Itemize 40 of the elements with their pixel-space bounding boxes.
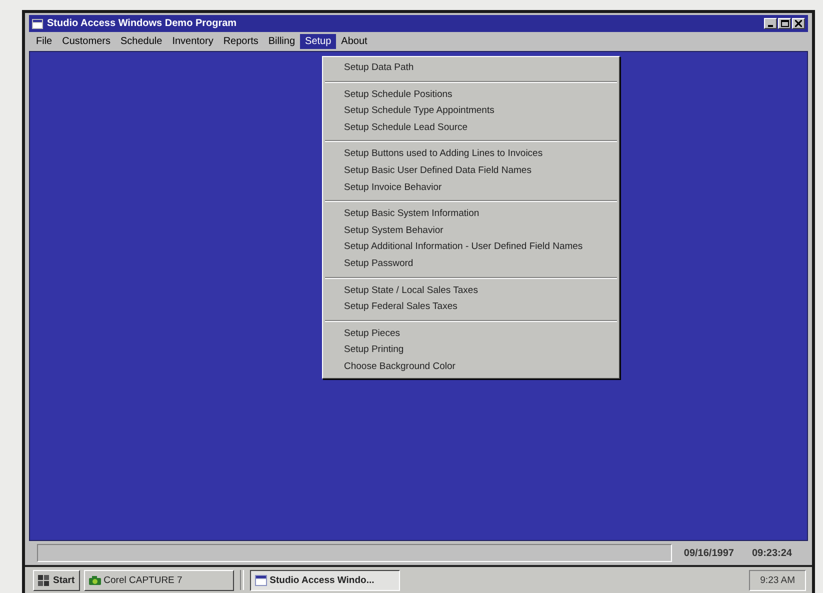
menu-option[interactable]: Setup Additional Information - User Defined Field Names — [323, 239, 619, 256]
window-title: Studio Access Windows Demo Program — [47, 18, 238, 29]
menu-item[interactable]: Customers — [57, 34, 116, 49]
menu-option[interactable]: Setup Buttons used to Adding Lines to Invoices — [323, 146, 619, 163]
menu-option[interactable]: Setup Schedule Type Appointments — [323, 103, 619, 120]
menu-item[interactable]: Schedule — [115, 34, 168, 49]
taskbar-clock: 9:23 AM — [749, 570, 806, 590]
menu-option[interactable]: Setup Data Path — [323, 60, 619, 77]
menu-option[interactable]: Setup Federal Sales Taxes — [323, 299, 619, 316]
menu-option[interactable]: Setup State / Local Sales Taxes — [323, 282, 619, 300]
menu-option[interactable]: Setup Printing — [323, 342, 619, 359]
status-time: 09:23:24 — [750, 548, 793, 558]
menu-option[interactable]: Setup System Behavior — [323, 222, 619, 240]
menu-option[interactable]: Setup Password — [323, 256, 619, 273]
taskbar-button[interactable]: Corel CAPTURE 7 — [84, 570, 234, 590]
status-date: 09/16/1997 — [682, 548, 735, 558]
close-button[interactable] — [792, 18, 805, 29]
start-button[interactable]: Start — [33, 570, 80, 590]
close-icon — [795, 20, 802, 27]
menu-option[interactable]: Setup Pieces — [323, 326, 619, 342]
menu-item[interactable]: Reports — [218, 34, 264, 49]
minimize-button[interactable] — [764, 18, 777, 29]
menu-option[interactable]: Setup Basic User Defined Data Field Names — [323, 162, 619, 180]
app-icon — [254, 574, 267, 586]
menu-item[interactable]: Inventory — [167, 34, 218, 49]
menu-item[interactable]: File — [31, 34, 58, 49]
app-icon — [32, 18, 43, 28]
menu-item[interactable]: Setup — [300, 34, 336, 49]
menu-option[interactable]: Choose Background Color — [323, 358, 619, 376]
windows-flag-icon — [38, 574, 50, 586]
menu-option[interactable]: Setup Schedule Lead Source — [323, 120, 619, 136]
menu-option[interactable]: Setup Schedule Positions — [323, 86, 619, 104]
camera-icon — [88, 574, 101, 586]
taskbar-button[interactable]: Studio Access Windo... — [250, 570, 400, 590]
menu-item[interactable]: Billing — [263, 34, 300, 49]
menu-item[interactable]: About — [336, 34, 372, 49]
maximize-button[interactable] — [778, 18, 791, 29]
maximize-icon — [780, 20, 788, 27]
menu-option[interactable]: Setup Basic System Information — [323, 206, 619, 223]
menu-option[interactable]: Setup Invoice Behavior — [323, 180, 619, 196]
